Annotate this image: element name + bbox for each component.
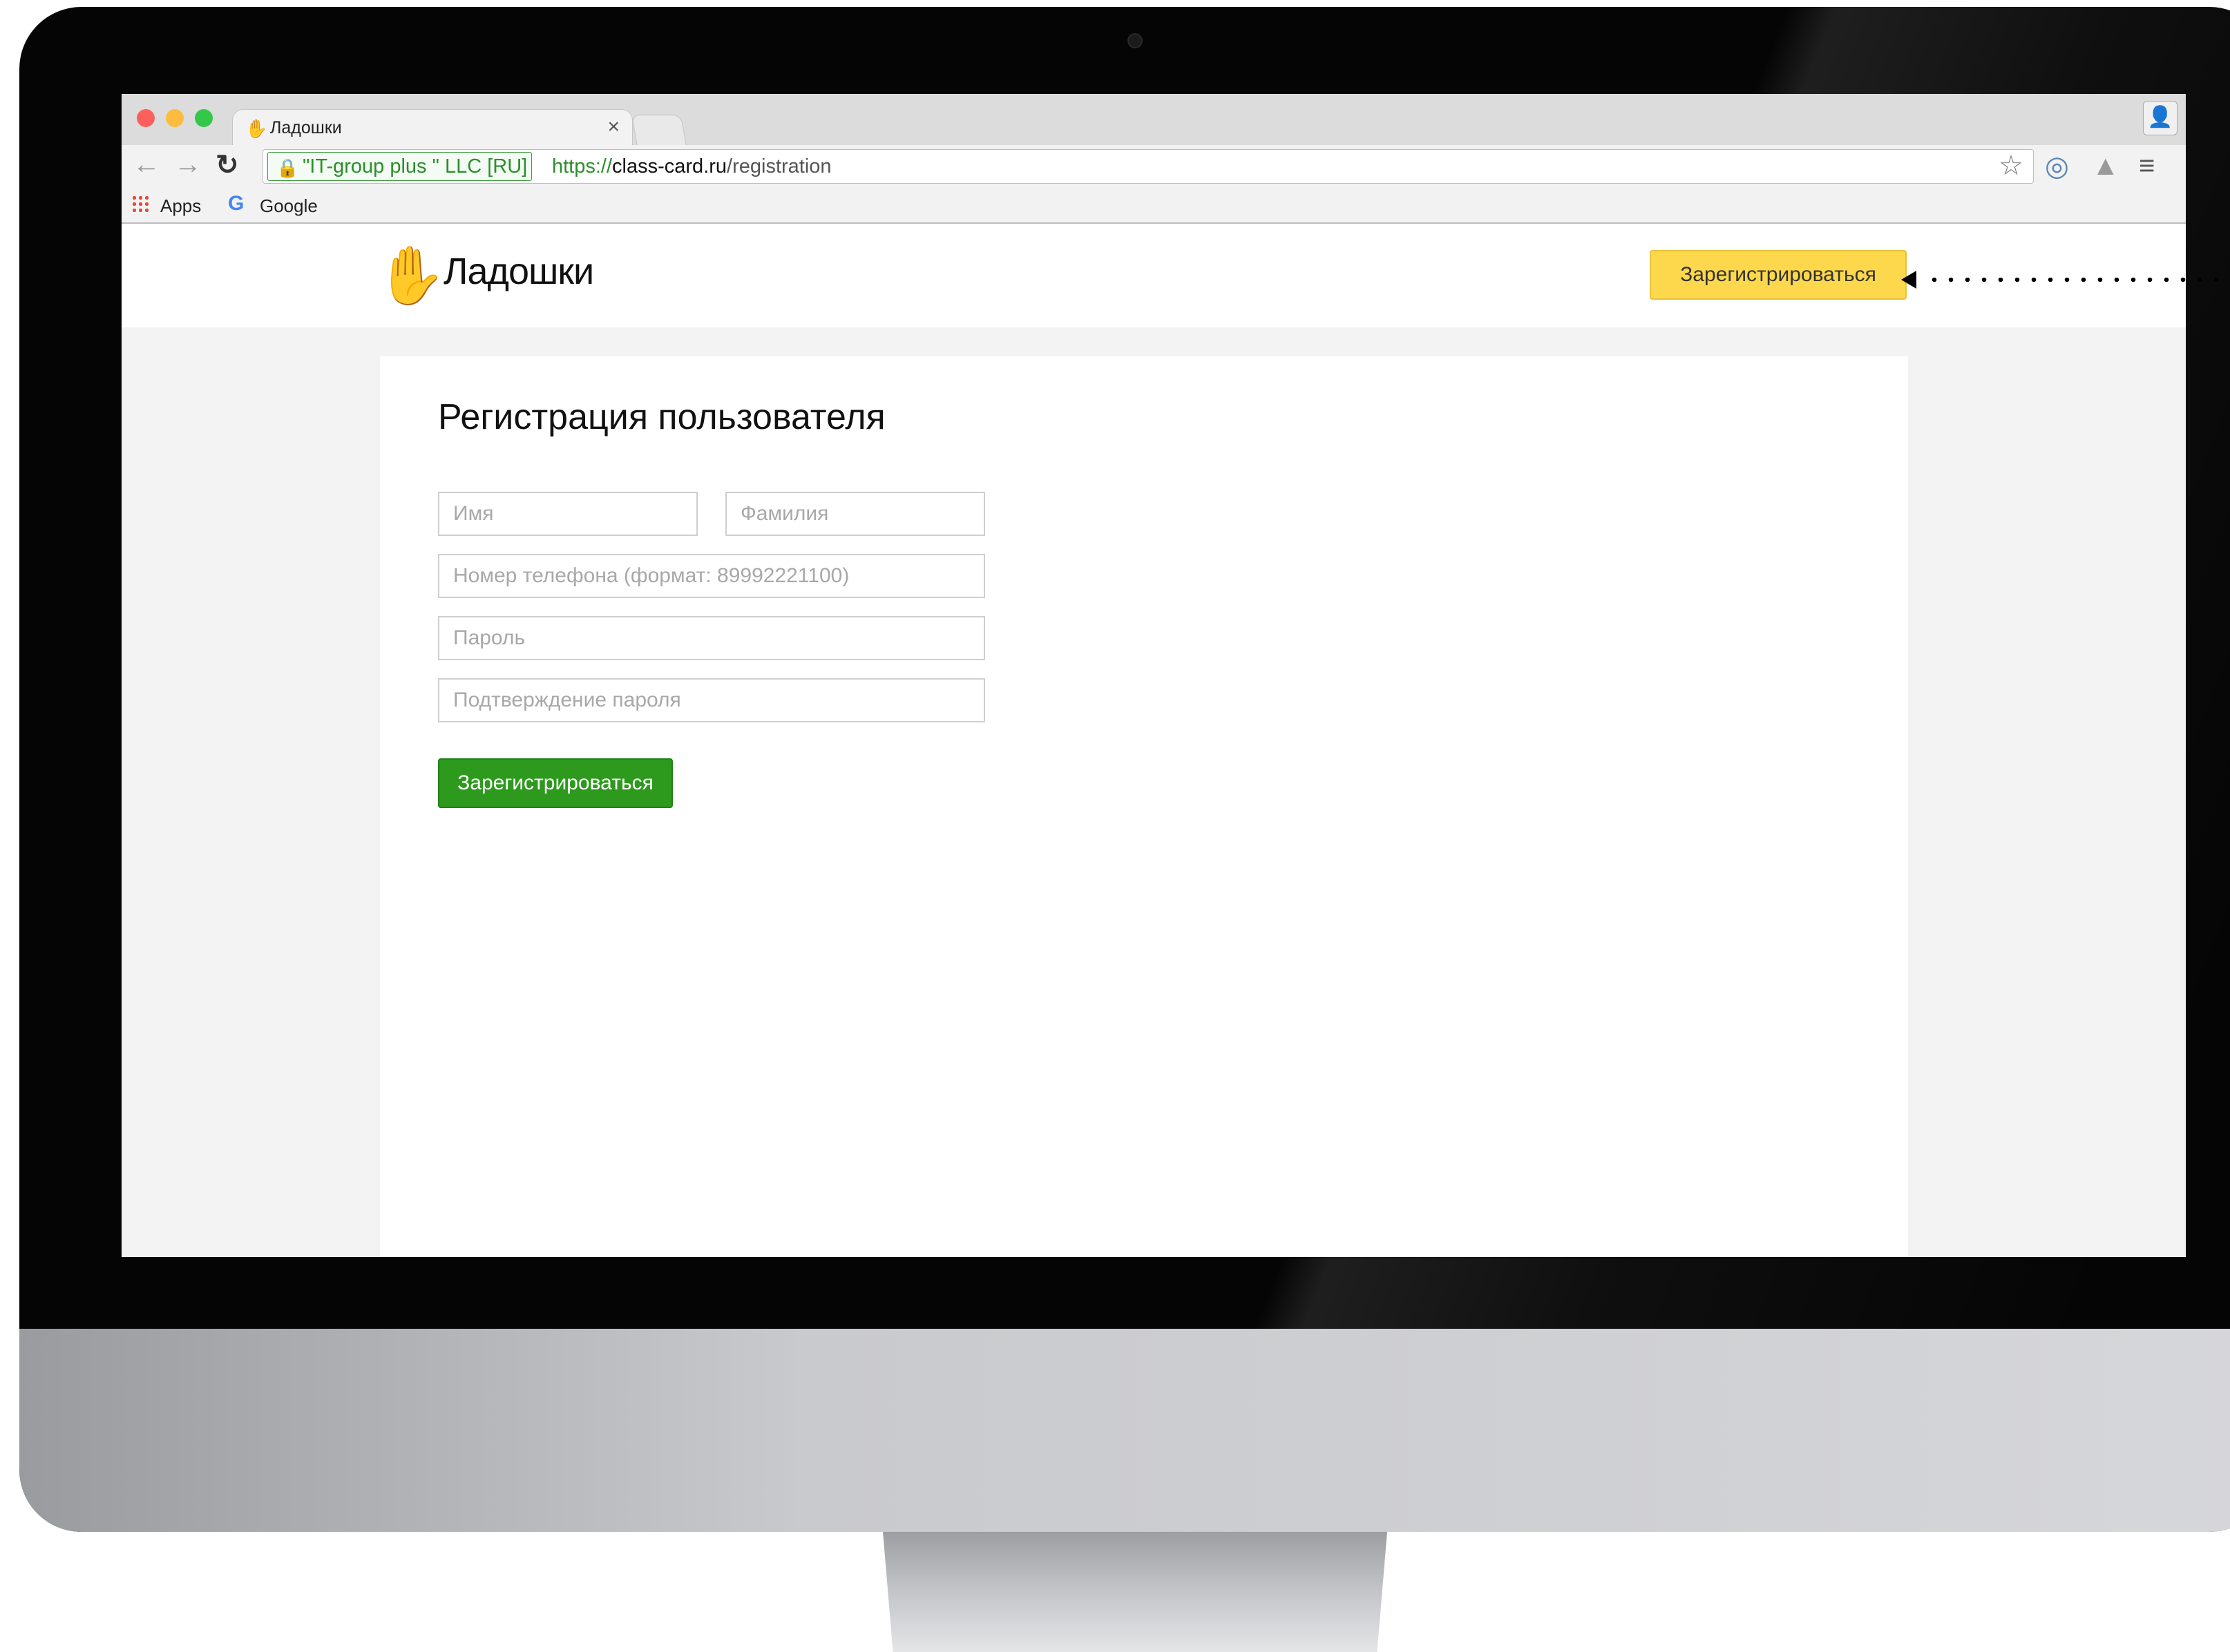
url-scheme: https://	[552, 155, 613, 177]
new-tab-button[interactable]	[631, 115, 687, 146]
annotation-arrowhead	[1901, 271, 1916, 289]
menu-icon[interactable]: ≡	[2139, 151, 2155, 182]
submit-register-button[interactable]: Зарегистрироваться	[438, 758, 673, 808]
browser-tab[interactable]: ✋ Ладошки ×	[232, 109, 633, 146]
site-logo[interactable]: Ладошки	[444, 250, 594, 293]
drive-extension-icon[interactable]: ▲	[2092, 151, 2119, 182]
password-input[interactable]	[438, 616, 985, 660]
profile-icon[interactable]: 👤	[2143, 101, 2177, 135]
window-close-button[interactable]	[137, 109, 155, 127]
window-minimize-button[interactable]	[166, 109, 184, 127]
last-name-input[interactable]	[725, 492, 985, 536]
browser-window: ✋ Ладошки × 👤 ← → ↻ 🔒 "IT-group plus " L…	[122, 94, 2186, 1257]
bookmark-star-icon[interactable]: ☆	[1999, 150, 2023, 182]
url-host: class-card.ru	[612, 155, 727, 177]
password-confirm-input[interactable]	[438, 678, 985, 722]
registration-card: Регистрация пользователя Зарегистрироват…	[380, 356, 1908, 1257]
site-header: ✋ Ладошки Зарегистрироваться	[122, 224, 2186, 327]
tab-title: Ладошки	[270, 118, 342, 137]
tab-bar: ✋ Ладошки × 👤	[122, 94, 2186, 146]
browser-toolbar: ← → ↻ 🔒 "IT-group plus " LLC [RU] https:…	[122, 145, 2186, 188]
reload-icon[interactable]: ↻	[216, 149, 239, 181]
hand-favicon-icon: ✋	[245, 118, 268, 139]
tab-close-icon[interactable]: ×	[607, 115, 620, 139]
annotation-dotted-line	[1926, 278, 2230, 282]
back-arrow-icon[interactable]: ←	[133, 149, 160, 180]
webcam	[1127, 33, 1143, 48]
google-g-icon[interactable]: G	[228, 192, 244, 215]
phone-input[interactable]	[438, 554, 985, 598]
forward-arrow-icon[interactable]: →	[174, 149, 202, 180]
window-maximize-button[interactable]	[195, 109, 213, 127]
address-bar[interactable]: 🔒 "IT-group plus " LLC [RU] https://clas…	[263, 149, 2034, 184]
lock-icon: 🔒	[276, 157, 299, 178]
url-path: /registration	[727, 155, 832, 177]
monitor-chin	[19, 1329, 2230, 1532]
imac-monitor: ✋ Ладошки × 👤 ← → ↻ 🔒 "IT-group plus " L…	[19, 7, 2230, 1532]
bookmarks-bar: Apps G Google	[122, 188, 2186, 224]
apps-grid-icon[interactable]	[131, 195, 151, 214]
bookmark-google[interactable]: Google	[260, 195, 318, 217]
page-title: Регистрация пользователя	[438, 397, 886, 437]
waving-hand-icon[interactable]: ✋	[376, 243, 446, 309]
ev-certificate-badge[interactable]: 🔒 "IT-group plus " LLC [RU]	[267, 152, 533, 181]
monitor-stand	[883, 1532, 1387, 1652]
first-name-input[interactable]	[438, 492, 698, 536]
extension-icon[interactable]: ◎	[2045, 151, 2069, 182]
bookmark-apps[interactable]: Apps	[160, 195, 201, 217]
header-register-button[interactable]: Зарегистрироваться	[1650, 250, 1907, 300]
url-text[interactable]: https://class-card.ru/registration	[552, 154, 832, 179]
ev-certificate-label: "IT-group plus " LLC [RU]	[303, 155, 528, 177]
